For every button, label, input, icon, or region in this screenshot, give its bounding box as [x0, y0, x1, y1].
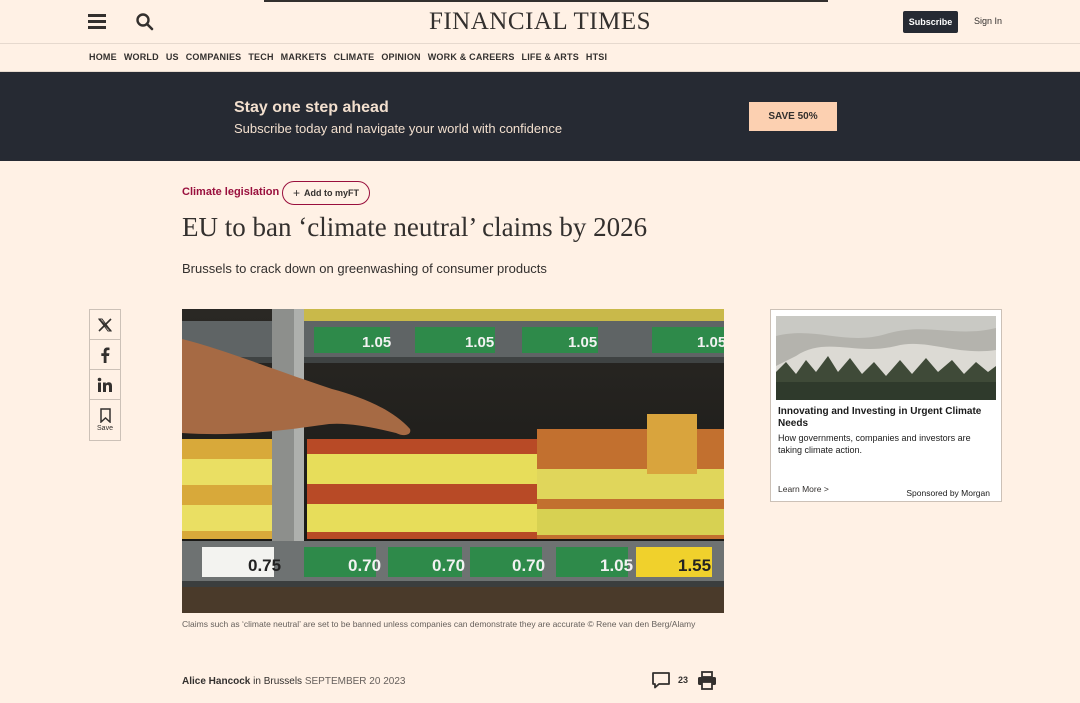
main-nav: HOME WORLD US COMPANIES TECH MARKETS CLI… — [89, 52, 607, 62]
ad-title: Innovating and Investing in Urgent Clima… — [778, 406, 982, 429]
nav-item-opinion[interactable]: OPINION — [381, 52, 420, 62]
banner-subtitle: Subscribe today and navigate your world … — [234, 121, 563, 136]
linkedin-icon — [97, 377, 112, 392]
nav-item-tech[interactable]: TECH — [248, 52, 273, 62]
ad-learn-more-link[interactable]: Learn More > — [778, 484, 829, 494]
svg-text:1.05: 1.05 — [697, 334, 724, 351]
sponsored-ad[interactable]: Innovating and Investing in Urgent Clima… — [770, 309, 1002, 502]
svg-text:1.05: 1.05 — [568, 334, 597, 351]
plus-icon: + — [292, 186, 300, 200]
byline-location: in Brussels — [250, 676, 305, 687]
svg-text:0.70: 0.70 — [512, 556, 545, 575]
save-label: Save — [97, 425, 113, 432]
ad-image — [776, 316, 996, 400]
x-icon — [98, 317, 112, 332]
subscribe-button[interactable]: Subscribe — [903, 11, 958, 33]
nav-item-climate[interactable]: CLIMATE — [334, 52, 375, 62]
print-icon[interactable] — [697, 671, 717, 690]
subscription-banner: Stay one step ahead Subscribe today and … — [0, 72, 1080, 161]
nav-item-world[interactable]: WORLD — [124, 52, 159, 62]
add-to-myft-button[interactable]: + Add to myFT — [282, 181, 370, 205]
share-linkedin-button[interactable] — [90, 370, 120, 400]
sign-in-link[interactable]: Sign In — [974, 16, 1002, 26]
nav-item-home[interactable]: HOME — [89, 52, 117, 62]
top-header: FINANCIAL TIMES Subscribe Sign In — [0, 0, 1080, 44]
svg-text:0.70: 0.70 — [432, 556, 465, 575]
author-link[interactable]: Alice Hancock — [182, 676, 250, 687]
svg-text:1.05: 1.05 — [362, 334, 391, 351]
ad-sponsor-label: Sponsored by Morgan — [906, 488, 990, 498]
save-article-button[interactable]: Save — [90, 400, 120, 440]
byline: Alice Hancock in Brussels SEPTEMBER 20 2… — [182, 676, 405, 687]
banner-title: Stay one step ahead — [234, 99, 389, 116]
share-toolbar: Save — [89, 309, 121, 441]
svg-text:1.55: 1.55 — [678, 556, 711, 575]
add-to-myft-label: Add to myFT — [304, 188, 359, 198]
svg-text:1.05: 1.05 — [600, 556, 633, 575]
nav-item-us[interactable]: US — [166, 52, 179, 62]
ad-description: How governments, companies and investors… — [778, 433, 971, 455]
comment-icon — [652, 672, 670, 689]
svg-text:1.05: 1.05 — [465, 334, 494, 351]
facebook-icon — [101, 347, 110, 363]
svg-text:0.75: 0.75 — [248, 556, 281, 575]
nav-item-life-arts[interactable]: LIFE & ARTS — [522, 52, 579, 62]
publish-date: SEPTEMBER 20 2023 — [304, 676, 406, 687]
nav-item-markets[interactable]: MARKETS — [281, 52, 327, 62]
article-standfirst: Brussels to crack down on greenwashing o… — [182, 261, 547, 276]
article-headline: EU to ban ‘climate neutral’ claims by 20… — [182, 212, 648, 242]
header-hairline — [264, 0, 828, 2]
share-facebook-button[interactable] — [90, 340, 120, 370]
svg-text:0.70: 0.70 — [348, 556, 381, 575]
share-x-button[interactable] — [90, 310, 120, 340]
nav-item-companies[interactable]: COMPANIES — [186, 52, 242, 62]
bookmark-icon — [99, 408, 111, 423]
comments-button[interactable]: 23 — [651, 671, 688, 689]
save-50-button[interactable]: SAVE 50% — [749, 102, 837, 131]
nav-item-htsi[interactable]: HTSI — [586, 52, 607, 62]
article-image: 1.05 1.05 1.05 1.05 0.75 0.70 0.70 0.70 … — [182, 309, 724, 613]
topic-link[interactable]: Climate legislation — [182, 186, 279, 198]
comment-count: 23 — [678, 675, 689, 685]
nav-item-work-careers[interactable]: WORK & CAREERS — [428, 52, 515, 62]
image-caption: Claims such as ‘climate neutral’ are set… — [182, 619, 696, 629]
